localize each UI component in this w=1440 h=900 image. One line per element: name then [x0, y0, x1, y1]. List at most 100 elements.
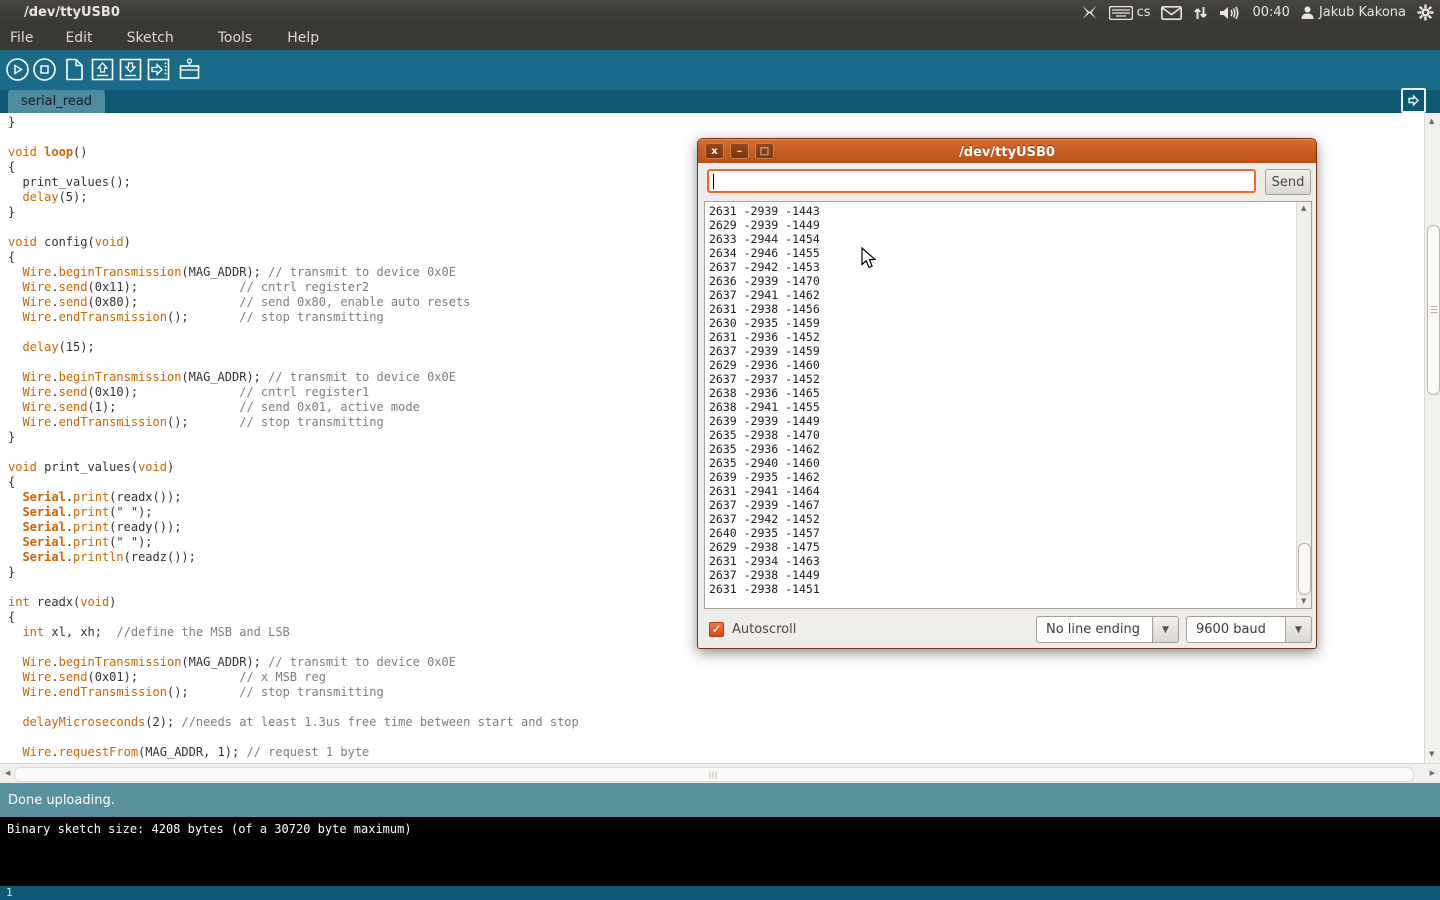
- serial-line: 2637 -2938 -1449: [709, 568, 820, 582]
- editor-hscroll-thumb[interactable]: [14, 767, 1414, 782]
- open-sketch-button[interactable]: [90, 57, 115, 82]
- menu-edit[interactable]: Edit: [54, 27, 103, 49]
- serial-line: 2631 -2934 -1463: [709, 554, 820, 568]
- save-sketch-button[interactable]: [118, 57, 143, 82]
- maximize-button[interactable]: □: [755, 143, 774, 159]
- line-ending-value: No line ending: [1036, 616, 1153, 643]
- serial-scroll-up-icon[interactable]: ▲: [1301, 205, 1306, 212]
- baud-rate-select[interactable]: 9600 baud ▼: [1186, 616, 1312, 643]
- code-line: [8, 580, 579, 595]
- serial-line: 2631 -2936 -1452: [709, 330, 820, 344]
- code-line: Wire.endTransmission(); // stop transmit…: [8, 310, 579, 325]
- clock-label[interactable]: 00:40: [1252, 5, 1289, 20]
- user-icon: [1301, 6, 1314, 20]
- baud-rate-value: 9600 baud: [1186, 616, 1286, 643]
- code-line: Serial.print(" ");: [8, 505, 579, 520]
- user-name-label: Jakub Kakona: [1319, 5, 1406, 20]
- scroll-left-icon[interactable]: ◀: [5, 770, 10, 777]
- status-bar: Done uploading.: [0, 783, 1440, 817]
- serial-line: 2637 -2941 -1462: [709, 288, 820, 302]
- code-line: Wire.requestFrom(MAG_ADDR, 1); // reques…: [8, 745, 579, 760]
- toolbar: [0, 50, 1440, 90]
- code-line: Serial.print(readx());: [8, 490, 579, 505]
- serial-monitor-title: /dev/ttyUSB0: [698, 140, 1316, 164]
- network-updown-icon[interactable]: [1193, 5, 1208, 21]
- menu-file[interactable]: File: [0, 27, 44, 49]
- serial-monitor-button[interactable]: [177, 57, 202, 82]
- serial-output-area[interactable]: 2631 -2939 -14432629 -2939 -14492633 -29…: [704, 201, 1312, 609]
- keyboard-layout-label: cs: [1137, 5, 1151, 20]
- session-gear-icon[interactable]: [1417, 4, 1434, 21]
- chevron-down-icon[interactable]: ▼: [1286, 616, 1312, 643]
- tray-app-icon[interactable]: [1081, 4, 1098, 21]
- code-line: {: [8, 250, 579, 265]
- stop-button[interactable]: [32, 57, 57, 82]
- tab-serial-read[interactable]: serial_read: [8, 90, 105, 113]
- code-line: Wire.beginTransmission(MAG_ADDR); // tra…: [8, 265, 579, 280]
- code-line: Wire.send(0x10); // cntrl register1: [8, 385, 579, 400]
- code-line: int readx(void): [8, 595, 579, 610]
- serial-scrollbar[interactable]: ▲ ▼: [1296, 202, 1311, 608]
- menubar: File Edit Sketch Tools Help: [0, 25, 1440, 50]
- autoscroll-checkbox[interactable]: ✓: [709, 622, 724, 637]
- serial-line: 2633 -2944 -1454: [709, 232, 820, 246]
- volume-icon[interactable]: [1219, 5, 1241, 21]
- code-line: Serial.print(ready());: [8, 520, 579, 535]
- send-button[interactable]: Send: [1265, 169, 1311, 195]
- new-sketch-button[interactable]: [62, 57, 87, 82]
- serial-line: 2634 -2946 -1455: [709, 246, 820, 260]
- code-line: void loop(): [8, 145, 579, 160]
- code-line: [8, 700, 579, 715]
- line-ending-select[interactable]: No line ending ▼: [1036, 616, 1179, 643]
- scroll-up-icon[interactable]: ▲: [1429, 118, 1434, 125]
- current-line-number: 1: [6, 886, 13, 899]
- serial-scroll-down-icon[interactable]: ▼: [1301, 598, 1306, 605]
- code-text: } void loop(){ print_values(); delay(5);…: [8, 115, 579, 760]
- menu-tools[interactable]: Tools: [207, 27, 264, 49]
- serial-line: 2631 -2941 -1464: [709, 484, 820, 498]
- code-line: delay(5);: [8, 190, 579, 205]
- code-line: }: [8, 430, 579, 445]
- close-button[interactable]: x: [705, 143, 724, 159]
- code-line: }: [8, 205, 579, 220]
- mail-icon[interactable]: [1161, 6, 1182, 20]
- titlebar: /dev/ttyUSB0 cs 00:40 Jakub Kakona: [0, 0, 1440, 25]
- code-line: Wire.endTransmission(); // stop transmit…: [8, 415, 579, 430]
- arrow-right-icon: [1407, 94, 1420, 107]
- tab-menu-arrow-button[interactable]: [1401, 88, 1426, 113]
- code-line: [8, 445, 579, 460]
- code-line: int xl, xh; //define the MSB and LSB: [8, 625, 579, 640]
- code-line: [8, 325, 579, 340]
- code-line: void config(void): [8, 235, 579, 250]
- code-line: Wire.beginTransmission(MAG_ADDR); // tra…: [8, 655, 579, 670]
- editor-vscroll-thumb[interactable]: [1427, 225, 1440, 395]
- code-line: delay(15);: [8, 340, 579, 355]
- menu-sketch[interactable]: Sketch: [116, 27, 185, 49]
- editor-vertical-scrollbar[interactable]: ▲ ▼: [1424, 113, 1440, 763]
- keyboard-layout-icon[interactable]: cs: [1109, 5, 1151, 20]
- scroll-right-icon[interactable]: ▶: [1430, 770, 1435, 777]
- chevron-down-icon[interactable]: ▼: [1153, 616, 1179, 643]
- tab-strip: serial_read: [0, 90, 1440, 113]
- code-line: delayMicroseconds(2); //needs at least 1…: [8, 715, 579, 730]
- serial-line: 2629 -2939 -1449: [709, 218, 820, 232]
- checkmark-icon: ✓: [711, 622, 721, 636]
- serial-scroll-thumb[interactable]: [1298, 543, 1311, 595]
- serial-monitor-titlebar[interactable]: /dev/ttyUSB0 x – □: [698, 139, 1316, 163]
- serial-input-field[interactable]: [707, 169, 1256, 193]
- line-number-bar: 1: [0, 886, 1440, 900]
- serial-line: 2639 -2939 -1449: [709, 414, 820, 428]
- serial-output-text: 2631 -2939 -14432629 -2939 -14492633 -29…: [709, 204, 820, 596]
- minimize-button[interactable]: –: [730, 143, 749, 159]
- editor-horizontal-scrollbar[interactable]: ◀ ▶: [0, 763, 1440, 783]
- upload-button[interactable]: [146, 57, 171, 82]
- autoscroll-label: Autoscroll: [732, 622, 796, 637]
- console-output: Binary sketch size: 4208 bytes (of a 307…: [7, 822, 412, 836]
- scroll-down-icon[interactable]: ▼: [1429, 751, 1434, 758]
- menu-help[interactable]: Help: [276, 27, 330, 49]
- serial-line: 2629 -2936 -1460: [709, 358, 820, 372]
- code-line: {: [8, 160, 579, 175]
- verify-button[interactable]: [5, 57, 30, 82]
- user-indicator[interactable]: Jakub Kakona: [1301, 5, 1406, 20]
- serial-line: 2639 -2935 -1462: [709, 470, 820, 484]
